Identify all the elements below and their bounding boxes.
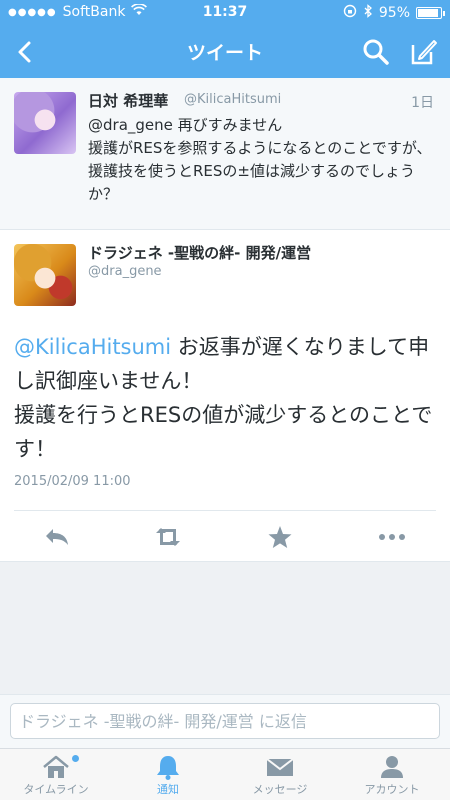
battery-percent: 95% [378,5,410,21]
battery-icon [416,7,445,19]
divider [14,510,436,511]
tab-timeline[interactable]: タイムライン [0,749,112,800]
retweet-button[interactable] [150,522,186,552]
avatar[interactable] [14,244,76,306]
bluetooth-icon [363,4,373,22]
unread-dot [72,755,79,762]
tab-label: 通知 [157,783,179,796]
reply-bar [0,694,450,748]
tweet-author-name[interactable]: ドラジェネ -聖戦の絆- 開発/運営 [88,242,311,263]
search-button[interactable] [360,36,392,68]
tab-label: アカウント [364,783,420,796]
in-reply-to-tweet[interactable]: 日対 希理華 @KilicaHitsumi 1日 @dra_gene 再びすみま… [0,78,450,230]
header: ●●●●● SoftBank 11:37 95% ツイート [0,0,450,78]
lock-rotation-icon [343,4,357,22]
avatar[interactable] [14,92,76,154]
back-button[interactable] [8,34,44,70]
person-icon [381,756,403,778]
tweet-date: 2015/02/09 11:00 [14,474,131,489]
search-icon [363,39,389,65]
nav-bar: ツイート [0,26,450,78]
chevron-left-icon [18,41,31,63]
tab-bar: タイムライン 通知 メッセージ アカウント [0,748,450,800]
favorite-icon [268,526,292,548]
bell-icon [157,756,179,780]
tweet-author-handle: @dra_gene [88,264,162,279]
tweet-text: @KilicaHitsumi お返事が遅くなりまして申し訳御座いません！ 援護を… [14,330,438,466]
favorite-button[interactable] [262,522,298,552]
envelope-icon [266,758,294,776]
more-icon [379,534,405,540]
reply-icon [46,529,68,545]
tweet-author-name[interactable]: 日対 希理華 [88,90,168,111]
tweet-actions [0,512,450,562]
tweet-author-handle: @KilicaHitsumi [184,92,282,107]
mention-link[interactable]: @KilicaHitsumi [14,335,171,359]
mention-link[interactable]: @dra_gene [88,116,173,134]
reply-input[interactable] [10,703,440,739]
compose-icon [411,40,437,65]
tab-label: タイムライン [23,783,89,796]
main-tweet: ドラジェネ -聖戦の絆- 開発/運営 @dra_gene @KilicaHits… [0,230,450,562]
tab-notifications[interactable]: 通知 [112,749,224,800]
tab-account[interactable]: アカウント [336,749,448,800]
tab-messages[interactable]: メッセージ [224,749,336,800]
more-button[interactable] [374,522,410,552]
status-bar: ●●●●● SoftBank 11:37 95% [0,0,450,26]
compose-button[interactable] [408,36,440,68]
tab-label: メッセージ [252,783,308,796]
retweet-icon [156,528,180,546]
tweet-text: @dra_gene 再びすみません 援護がRESを参照するようになるとのことです… [88,114,438,206]
reply-button[interactable] [38,522,74,552]
tweet-timestamp: 1日 [411,95,434,111]
home-icon [43,755,69,778]
